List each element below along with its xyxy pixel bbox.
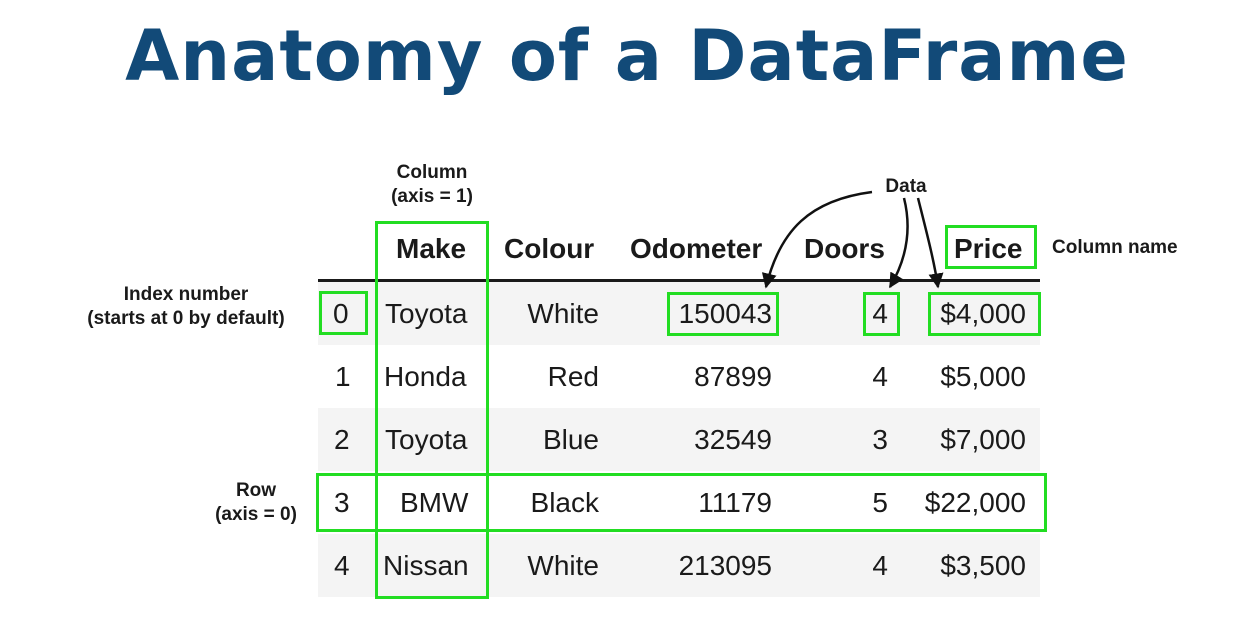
column-header-colour: Colour: [504, 233, 595, 264]
index-annotation-line-1: Index number: [123, 284, 249, 305]
column-annotation-line-1: Column: [396, 162, 468, 183]
index-cell: 2: [334, 424, 350, 455]
colour-cell: White: [527, 298, 599, 329]
page-title: Anatomy of a DataFrame: [125, 15, 1129, 97]
odometer-cell: 87899: [694, 361, 772, 392]
odometer-cell: 213095: [678, 550, 772, 581]
row-axis-annotation: Row (axis = 0): [196, 479, 316, 527]
column-name-highlight-box: [945, 225, 1037, 269]
column-header-doors: Doors: [804, 233, 885, 264]
arrow-to-price: [916, 197, 944, 289]
price-cell: $7,000: [940, 424, 1026, 455]
colour-cell: White: [527, 550, 599, 581]
row-annotation-line-1: Row: [235, 480, 277, 501]
colour-cell: Red: [547, 361, 599, 392]
data-annotation: Data: [885, 176, 927, 197]
row-annotation-line-2: (axis = 0): [215, 504, 297, 525]
arrow-to-doors: [888, 197, 909, 289]
index-cell: 4: [334, 550, 350, 581]
row-highlight-box: [316, 473, 1047, 532]
column-highlight-box: [375, 221, 489, 599]
odometer-cell: 32549: [694, 424, 772, 455]
odometer-data-highlight-box: [667, 292, 779, 336]
price-cell: $3,500: [940, 550, 1026, 581]
doors-data-highlight-box: [863, 292, 900, 336]
index-number-annotation: Index number (starts at 0 by default): [62, 283, 310, 331]
column-header-odometer: Odometer: [630, 233, 763, 264]
column-annotation-line-2: (axis = 1): [391, 186, 473, 207]
price-data-highlight-box: [928, 292, 1041, 336]
index-cell: 1: [335, 361, 351, 392]
doors-cell: 4: [872, 361, 888, 392]
column-name-annotation: Column name: [1052, 237, 1178, 258]
index-annotation-line-2: (starts at 0 by default): [87, 308, 285, 329]
doors-cell: 3: [872, 424, 888, 455]
doors-cell: 4: [872, 550, 888, 581]
colour-cell: Blue: [542, 424, 599, 455]
column-axis-annotation: Column (axis = 1): [372, 161, 492, 209]
price-cell: $5,000: [940, 361, 1026, 392]
index-highlight-box: [319, 291, 368, 335]
